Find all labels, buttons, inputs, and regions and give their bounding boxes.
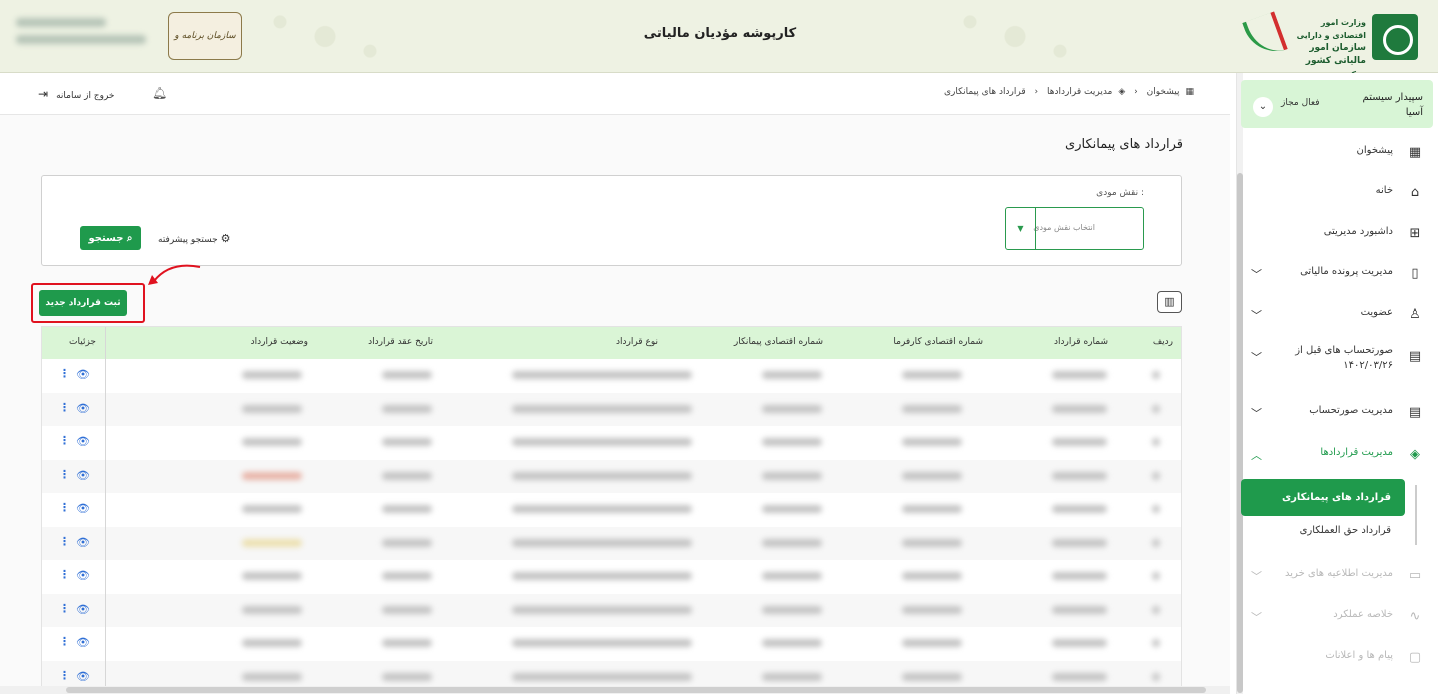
table-row[interactable]: 👁︎ ⋮ [42,526,1181,560]
bell-icon[interactable]: 🔔︎ [152,86,167,100]
breadcrumb-home[interactable]: پیشخوان [1147,87,1180,97]
col-row: ردیف [1152,337,1173,347]
dashboard-icon: ▦ [1408,145,1422,160]
chevron-down-icon[interactable]: ﹀ [1251,568,1262,584]
chevron-down-icon: ▼ [1006,208,1036,249]
table-row[interactable]: 👁︎ ⋮ [42,560,1181,593]
submenu-line [1415,485,1417,545]
col-employer-economic-number: شماره اقتصادی کارفرما [893,337,983,347]
search-panel: نقش مودی : انتخاب نقش مودی ▼ جستجو پیشرف… [41,175,1182,266]
sidebar-scrollbar[interactable] [1237,73,1243,694]
role-label: نقش مودی : [1096,188,1144,198]
sidebar-item-contracting-contracts[interactable]: قرارداد های پیمانکاری [1241,479,1405,516]
sidebar-item-9[interactable]: خلاصه عملکرد ∿ ﹀ [1241,609,1433,629]
chart-icon: ∿ [1409,609,1421,624]
table-row[interactable]: 👁︎ ⋮ [42,593,1181,627]
file-icon: ▯ [1411,266,1419,281]
user-name: سپیدار سیستم آسیا [1362,92,1423,118]
table-row[interactable]: 👁︎ ⋮ [42,359,1181,392]
col-contract-number: شماره قرارداد [1053,337,1108,347]
table-row[interactable]: 👁︎ ⋮ [42,493,1181,526]
table-row[interactable]: 👁︎ ⋮ [42,459,1181,493]
search-icon: ⌕ [126,232,133,244]
clipboard-icon: ▭ [1408,568,1422,583]
home-icon: ⌂ [1410,185,1420,200]
col-contractor-economic-number: شماره اقتصادی پیمانکار [733,337,823,347]
invoice-icon: ▤ [1408,349,1422,364]
logout-button[interactable]: ⇥ خروج از سامانه [38,87,115,101]
search-button[interactable]: جستجو ⌕ [80,226,141,250]
user-status: فعال مجاز [1281,98,1320,108]
sidebar: سپیدار سیستم آسیا فعال مجاز ⌄ پیشخوان ▦ خا… [1236,73,1438,694]
col-contract-status: وضعیت قرارداد [250,337,308,347]
page-title: قرارداد های پیمانکاری [1065,137,1183,152]
breadcrumb-home-icon: ▦ [1185,87,1194,97]
chevron-down-icon[interactable]: ﹀ [1251,405,1262,421]
chevron-down-icon[interactable]: ﹀ [1251,266,1262,282]
message-icon: ▢ [1408,650,1422,665]
top-header: سازمان برنامه و بودجه کارپوشه مؤدیان مال… [0,0,1438,92]
sidebar-item-commission-contracts[interactable]: قرارداد حق العملکاری [1241,525,1405,536]
sidebar-item-4[interactable]: عضویت ♙ ﹀ [1241,307,1433,327]
annotation-arrow [148,264,201,285]
main-content: ▦پیشخوان ‹ ◈مدیریت قراردادها ‹ قرارداد ه… [0,73,1230,694]
role-select[interactable]: انتخاب نقش مودی ▼ [1005,207,1144,250]
advanced-search-link[interactable]: جستجو پیشرفته ⚙ [158,232,230,245]
header-pattern [250,0,400,73]
col-contract-type: نوع قرارداد [615,337,658,347]
user-icon: ♙ [1409,307,1421,322]
table-row[interactable]: 👁︎ ⋮ [42,426,1181,459]
sidebar-item-10[interactable]: پیام ها و اعلانات ▢ [1241,650,1433,670]
breadcrumb-parent[interactable]: مدیریت قراردادها [1047,87,1112,97]
logout-icon: ⇥ [38,87,49,101]
sidebar-item-3[interactable]: مدیریت پرونده مالیاتی ▯ ﹀ [1241,266,1433,286]
breadcrumb-current: قرارداد های پیمانکاری [944,87,1026,97]
sidebar-item-7[interactable]: مدیریت قراردادها ◈ ︿ [1241,447,1433,467]
table-row[interactable]: 👁︎ ⋮ [42,392,1181,426]
header-pattern [940,0,1090,73]
details-column [42,327,106,693]
col-contract-date: تاریخ عقد قرارداد [368,337,433,347]
table-row[interactable]: 👁︎ ⋮ [42,627,1181,660]
invoice-icon: ▤ [1408,405,1422,420]
breadcrumb: ▦پیشخوان ‹ ◈مدیریت قراردادها ‹ قرارداد ه… [944,87,1194,97]
horizontal-scrollbar[interactable] [0,686,1230,694]
gear-icon: ⚙ [220,232,231,245]
tag-icon: ◈ [1118,87,1126,97]
partner-logo: سازمان برنامه و بودجه [168,12,242,87]
chevron-down-icon[interactable]: ﹀ [1251,609,1262,625]
sidebar-item-2[interactable]: داشبورد مدیریتی ⊞ [1241,226,1433,246]
sub-toolbar: ▦پیشخوان ‹ ◈مدیریت قراردادها ‹ قرارداد ه… [0,73,1230,115]
sidebar-item-5[interactable]: صورتحساب های قبل از ۱۴۰۲/۰۳/۲۶ ▤ ﹀ [1241,345,1433,371]
blurred-user-info [16,18,156,52]
sidebar-item-0[interactable]: پیشخوان ▦ [1241,145,1433,165]
contracts-table: ردیف شماره قرارداد شماره اقتصادی کارفرما… [41,326,1182,694]
emblem-icon [1372,14,1418,60]
tag-icon: ◈ [1410,447,1420,462]
org-logo: وزارت امور اقتصادی و دارایی سازمان امور … [1242,10,1418,92]
flag-icon [1242,11,1288,61]
sidebar-item-6[interactable]: مدیریت صورتحساب ▤ ﹀ [1241,405,1433,425]
table-header: ردیف شماره قرارداد شماره اقتصادی کارفرما… [42,327,1181,359]
grid-icon: ⊞ [1409,226,1421,241]
sidebar-item-1[interactable]: خانه ⌂ [1241,185,1433,205]
new-contract-button[interactable]: ثبت قرارداد جدید [39,290,127,316]
chevron-down-icon[interactable]: ⌄ [1253,97,1273,117]
chevron-down-icon[interactable]: ﹀ [1251,307,1262,323]
app-title: کارپوشه مؤدیان مالیاتی [643,26,797,41]
user-card[interactable]: سپیدار سیستم آسیا فعال مجاز ⌄ [1241,80,1433,128]
chevron-up-icon[interactable]: ︿ [1251,447,1262,463]
columns-icon[interactable]: ▥ [1157,291,1182,313]
sidebar-item-8[interactable]: مدیریت اطلاعیه های خرید ▭ ﹀ [1241,568,1433,588]
chevron-down-icon[interactable]: ﹀ [1251,349,1262,365]
